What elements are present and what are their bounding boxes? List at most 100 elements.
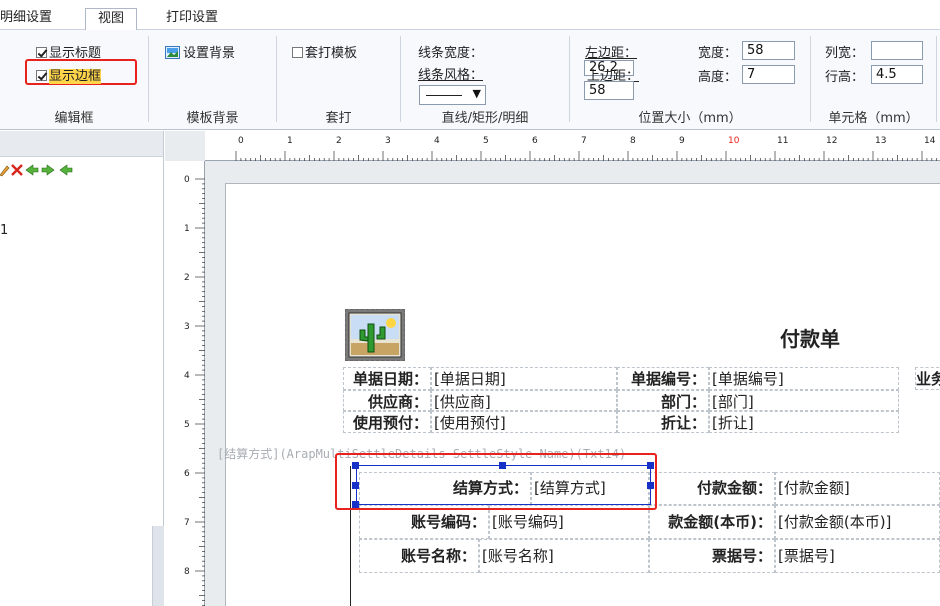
tab-detail-settings[interactable]: 明细设置 bbox=[0, 8, 52, 30]
doc-number-label[interactable]: 单据编号： bbox=[617, 367, 709, 390]
use-prepaid-field[interactable]: [使用预付] bbox=[431, 411, 617, 433]
ruler-number: 10 bbox=[728, 136, 740, 146]
left-margin-label: 左边距： bbox=[585, 46, 638, 61]
top-margin-input[interactable]: 58 bbox=[584, 81, 634, 100]
line-style-dropdown[interactable]: ▼ bbox=[419, 85, 486, 105]
department-field[interactable]: [部门] bbox=[709, 390, 899, 411]
logo-image[interactable] bbox=[345, 309, 405, 361]
set-background-label: 设置背景 bbox=[183, 46, 236, 61]
toolbar-icons bbox=[0, 164, 73, 177]
group-template-background: 设置背景 模板背景 bbox=[149, 30, 276, 130]
group-position-size: 左边距： 26.2 上边距： 58 宽度： 58 高度： 7 位置大小（mm） bbox=[570, 30, 810, 130]
account-name-label[interactable]: 账号名称： bbox=[359, 539, 479, 573]
ribbon: 显示标题 显示边框 编辑框 设置背景 模板背景 套打模板 套打 线条宽度： 线条… bbox=[0, 30, 940, 130]
top-ruler: 0 1 2 3 4 5 6 7 8 9 10 11 12 13 14 bbox=[205, 131, 940, 161]
business-label[interactable]: 业务 bbox=[915, 367, 940, 390]
group-caption: 直线/矩形/明细 bbox=[441, 111, 529, 126]
ruler-number: 6 bbox=[184, 469, 190, 479]
left-ruler: 0 1 2 3 4 5 6 7 8 bbox=[165, 161, 205, 606]
overprint-template-label: 套打模板 bbox=[305, 46, 358, 61]
row-height-label: 行高： bbox=[825, 70, 865, 85]
supplier-label[interactable]: 供应商： bbox=[343, 390, 431, 411]
ruler-number: 14 bbox=[924, 136, 936, 146]
edit-icon[interactable] bbox=[0, 165, 10, 177]
set-background-button[interactable]: 设置背景 bbox=[165, 42, 235, 61]
group-caption: 单元格（mm） bbox=[828, 111, 919, 126]
group-separator bbox=[936, 36, 937, 122]
ribbon-tab-bar: 明细设置 视图 打印设置 bbox=[0, 0, 940, 31]
group-caption: 套打 bbox=[325, 111, 352, 126]
line-sample bbox=[426, 95, 462, 96]
account-name-field[interactable]: [账号名称] bbox=[479, 539, 649, 573]
group-caption: 编辑框 bbox=[54, 111, 94, 126]
left-panel-scrollbar[interactable] bbox=[152, 526, 164, 606]
cactus-image-icon bbox=[348, 312, 402, 358]
amount-local-label[interactable]: 款金额(本币)： bbox=[649, 505, 775, 539]
group-caption: 位置大小（mm） bbox=[638, 111, 742, 126]
group-overprint: 套打模板 套打 bbox=[277, 30, 400, 130]
show-border-checkbox[interactable]: 显示边框 bbox=[36, 65, 102, 84]
ruler-number: 1 bbox=[184, 224, 190, 234]
doc-date-field[interactable]: [单据日期] bbox=[431, 367, 617, 390]
ruler-number: 9 bbox=[679, 136, 685, 146]
tree-item[interactable]: 1 bbox=[0, 223, 8, 238]
payment-amount-field[interactable]: [付款金额] bbox=[775, 472, 940, 505]
height-label: 高度： bbox=[698, 70, 738, 85]
delete-icon[interactable] bbox=[11, 164, 23, 176]
ruler-number: 1 bbox=[287, 136, 293, 146]
line-width-label: 线条宽度： bbox=[418, 46, 484, 61]
group-line-rect-detail: 线条宽度： 线条风格： ▼ 直线/矩形/明细 bbox=[401, 30, 569, 130]
ruler-number: 0 bbox=[184, 175, 190, 185]
group-caption: 模板背景 bbox=[186, 111, 239, 126]
ruler-number: 2 bbox=[336, 136, 342, 146]
discount-label[interactable]: 折让： bbox=[617, 411, 709, 433]
width-label: 宽度： bbox=[698, 46, 738, 61]
amount-local-field[interactable]: [付款金额(本币)] bbox=[775, 505, 940, 539]
use-prepaid-label[interactable]: 使用预付： bbox=[343, 411, 431, 433]
bill-number-field[interactable]: [票据号] bbox=[775, 539, 940, 573]
group-cell: 列宽： 行高： 4.5 单元格（mm） bbox=[811, 30, 936, 130]
ruler-number: 7 bbox=[581, 136, 587, 146]
report-title[interactable]: 付款单 bbox=[780, 323, 840, 352]
ruler-number: 5 bbox=[483, 136, 489, 146]
ruler-corner bbox=[165, 131, 205, 161]
ruler-number: 13 bbox=[875, 136, 887, 146]
move-up-icon[interactable] bbox=[25, 164, 39, 176]
group-edit-frame: 显示标题 显示边框 编辑框 bbox=[0, 30, 148, 130]
left-panel: 1 bbox=[0, 131, 164, 606]
width-input[interactable]: 58 bbox=[742, 41, 795, 60]
supplier-field[interactable]: [供应商] bbox=[431, 390, 617, 411]
col-width-label: 列宽： bbox=[825, 46, 865, 61]
tab-print-settings[interactable]: 打印设置 bbox=[166, 8, 218, 30]
row-height-input[interactable]: 4.5 bbox=[871, 65, 923, 84]
bill-number-label[interactable]: 票据号： bbox=[649, 539, 775, 573]
ruler-number: 11 bbox=[777, 136, 789, 146]
left-panel-header bbox=[0, 131, 163, 157]
ruler-number: 3 bbox=[184, 322, 190, 332]
height-input[interactable]: 7 bbox=[742, 65, 795, 84]
col-width-input[interactable] bbox=[871, 41, 923, 60]
doc-number-field[interactable]: [单据编号] bbox=[709, 367, 899, 390]
move-down-icon[interactable] bbox=[41, 164, 55, 176]
ruler-number: 6 bbox=[532, 136, 538, 146]
overprint-template-checkbox[interactable]: 套打模板 bbox=[292, 42, 357, 61]
ruler-number: 8 bbox=[184, 567, 190, 577]
ruler-number: 0 bbox=[238, 136, 244, 146]
tab-view[interactable]: 视图 bbox=[85, 8, 138, 31]
line-style-label: 线条风格： bbox=[418, 68, 484, 83]
highlight-box bbox=[335, 453, 657, 510]
doc-date-label[interactable]: 单据日期： bbox=[343, 367, 431, 390]
ruler-number: 4 bbox=[434, 136, 440, 146]
ruler-number: 4 bbox=[184, 371, 190, 381]
payment-amount-label[interactable]: 付款金额： bbox=[649, 472, 775, 505]
checkbox-icon bbox=[36, 70, 47, 81]
ruler-number: 2 bbox=[184, 273, 190, 283]
discount-field[interactable]: [折让] bbox=[709, 411, 899, 433]
refresh-icon[interactable] bbox=[59, 164, 73, 176]
checkbox-icon bbox=[36, 47, 47, 58]
checkbox-icon bbox=[292, 47, 303, 58]
account-code-field[interactable]: [账号编码] bbox=[489, 505, 649, 539]
department-label[interactable]: 部门： bbox=[617, 390, 709, 411]
account-code-label[interactable]: 账号编码： bbox=[359, 505, 489, 539]
picture-icon bbox=[165, 46, 180, 59]
